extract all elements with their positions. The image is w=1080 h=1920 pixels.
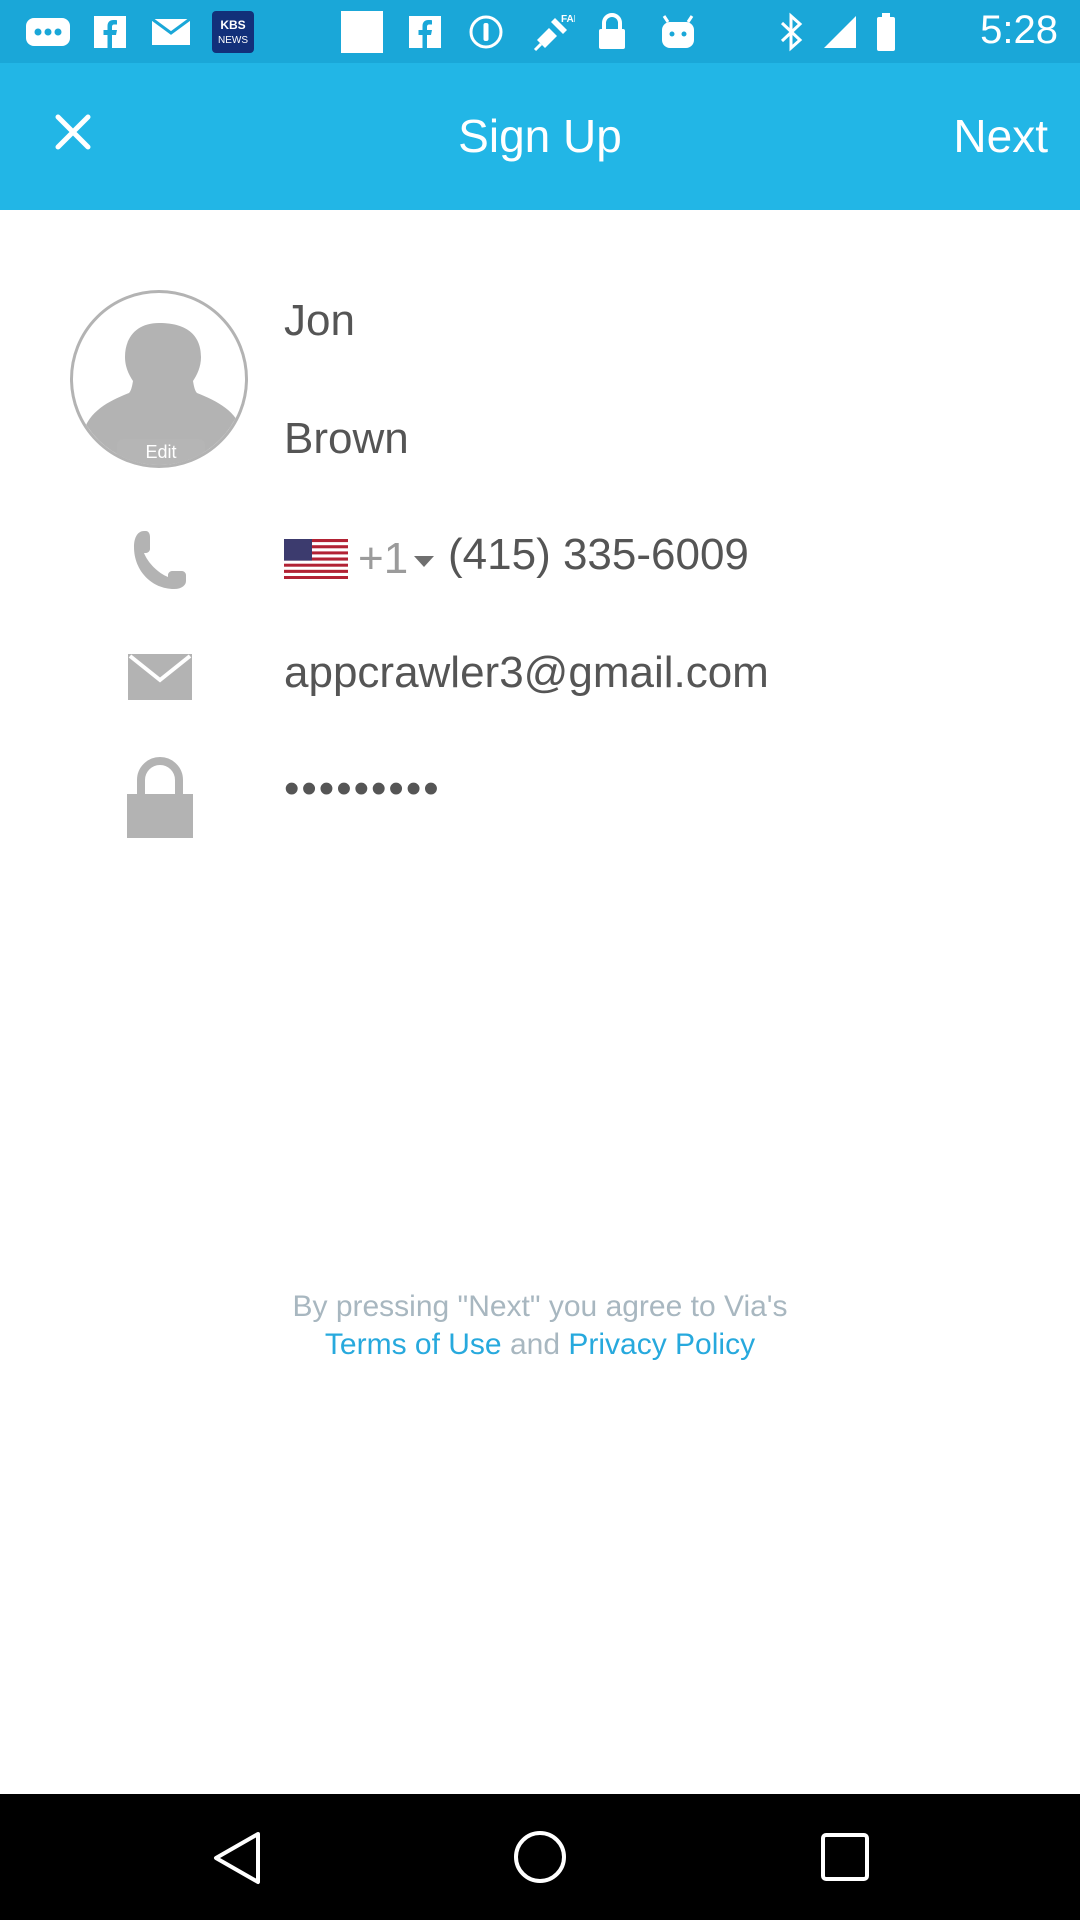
country-code-selector[interactable]: +1 — [284, 534, 435, 583]
facebook-icon — [405, 12, 445, 52]
facebook-icon — [90, 12, 130, 52]
page-title: Sign Up — [458, 110, 622, 162]
android-icon — [656, 12, 700, 52]
dial-code: +1 — [358, 534, 409, 583]
battery-icon — [872, 12, 900, 52]
avatar[interactable]: Edit — [70, 290, 248, 468]
terms-of-use-link[interactable]: Terms of Use — [325, 1328, 502, 1361]
email-icon — [120, 637, 200, 717]
phone-number-field[interactable]: (415) 335-6009 — [448, 530, 749, 580]
next-button[interactable]: Next — [953, 109, 1048, 163]
first-name-field[interactable]: Jon — [284, 296, 355, 346]
phone-icon — [120, 520, 200, 600]
svg-text:FAKE: FAKE — [561, 14, 575, 25]
kbs-news-icon: KBS NEWS — [210, 11, 256, 53]
info-icon — [466, 12, 506, 52]
fake-gps-icon: FAKE — [530, 12, 576, 52]
password-field[interactable]: ••••••••• — [284, 764, 441, 814]
status-bar: KBS NEWS FAKE 5:28 — [0, 0, 1080, 63]
recents-icon[interactable] — [820, 1832, 870, 1887]
status-time: 5:28 — [980, 8, 1058, 52]
mail-icon — [148, 12, 194, 52]
privacy-policy-link[interactable]: Privacy Policy — [568, 1328, 755, 1361]
svg-text:NEWS: NEWS — [218, 35, 248, 46]
blank-notification-icon — [340, 11, 384, 53]
terms-notice: By pressing "Next" you agree to Via's Te… — [0, 1288, 1080, 1364]
avatar-edit-label[interactable]: Edit — [117, 439, 205, 465]
app-bar: Sign Up Next — [0, 63, 1080, 210]
signal-icon — [820, 12, 860, 52]
svg-text:KBS: KBS — [220, 18, 245, 32]
more-icon — [22, 12, 74, 52]
lock-icon — [594, 12, 630, 52]
navigation-bar — [0, 1794, 1080, 1920]
terms-prefix: By pressing "Next" you agree to Via's — [292, 1290, 788, 1323]
terms-connector: and — [501, 1328, 569, 1361]
bluetooth-icon — [775, 12, 807, 52]
chevron-down-icon — [414, 555, 435, 567]
lock-icon — [120, 754, 200, 838]
last-name-field[interactable]: Brown — [284, 414, 409, 464]
back-icon[interactable] — [210, 1830, 264, 1891]
home-icon[interactable] — [512, 1829, 568, 1890]
email-field[interactable]: appcrawler3@gmail.com — [284, 648, 769, 698]
us-flag-icon — [284, 539, 348, 579]
